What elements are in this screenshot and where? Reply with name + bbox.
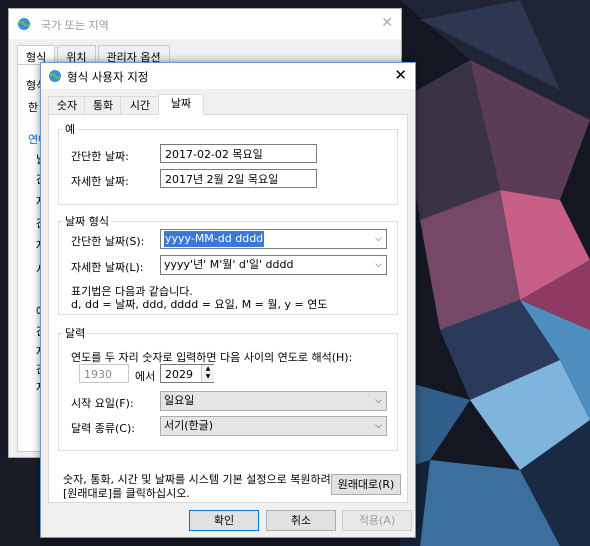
first-day-label: 시작 요일(F): — [71, 397, 134, 410]
region-window-titlebar: 국가 또는 지역 ✕ — [9, 9, 401, 39]
reset-button[interactable]: 원래대로(R) — [331, 474, 401, 495]
customize-format-dialog: 형식 사용자 지정 ✕ 숫자 통화 시간 날짜 예 간단한 날짜: 2017-0… — [40, 62, 416, 538]
chevron-down-icon[interactable]: ⌵ — [375, 417, 382, 435]
calendar-type-combo[interactable]: 서기(한글) ⌵ — [160, 416, 387, 436]
example-group-legend: 예 — [65, 123, 76, 136]
from-year-field: 1930 — [79, 364, 129, 383]
tab-time[interactable]: 시간 — [120, 96, 160, 114]
tab-date[interactable]: 날짜 — [158, 94, 204, 115]
to-label: 에서 — [135, 370, 156, 383]
long-date-format-label: 자세한 날짜(L): — [71, 261, 144, 274]
dialog-title: 형식 사용자 지정 — [67, 70, 149, 84]
chevron-down-icon[interactable]: ⌵ — [375, 256, 382, 274]
chevron-down-icon[interactable]: ⌵ — [375, 230, 382, 248]
calendar-type-label: 달력 종류(C): — [71, 422, 135, 435]
short-date-example-label: 간단한 날짜: — [71, 150, 129, 163]
reset-description-line-2: [원래대로]를 클릭하십시오. — [63, 487, 190, 500]
region-window-title: 국가 또는 지역 — [41, 19, 109, 32]
chevron-down-icon[interactable]: ⌵ — [375, 392, 382, 410]
first-day-value: 일요일 — [164, 394, 195, 407]
globe-icon — [18, 18, 30, 30]
calendar-group-legend: 달력 — [65, 327, 86, 340]
close-icon[interactable]: ✕ — [381, 15, 393, 31]
tab-numbers[interactable]: 숫자 — [48, 96, 86, 114]
cancel-button[interactable]: 취소 — [266, 510, 336, 531]
two-digit-year-text: 연도를 두 자리 숫자로 입력하면 다음 사이의 연도로 해석(H): — [71, 351, 353, 364]
long-date-example-value: 2017년 2월 2일 목요일 — [160, 169, 317, 188]
short-date-example-value: 2017-02-02 목요일 — [160, 144, 317, 163]
short-date-format-label: 간단한 날짜(S): — [71, 235, 145, 248]
spin-arrows-icon[interactable]: ▲ ▼ — [201, 365, 214, 382]
fragment-text: 한 — [28, 101, 39, 114]
dialog-titlebar: 형식 사용자 지정 ✕ — [41, 63, 415, 89]
ok-button[interactable]: 확인 — [189, 510, 259, 531]
notation-line-2: d, dd = 날짜, ddd, dddd = 요일, M = 월, y = 연… — [71, 298, 328, 311]
short-date-format-combo[interactable]: yyyy-MM-dd dddd ⌵ — [160, 229, 387, 249]
long-date-example-label: 자세한 날짜: — [71, 175, 129, 188]
close-icon[interactable]: ✕ — [394, 66, 407, 84]
long-date-format-value: yyyy'년' M'월' d'일' dddd — [164, 258, 294, 271]
calendar-type-value: 서기(한글) — [164, 419, 214, 432]
date-tab-panel: 예 간단한 날짜: 2017-02-02 목요일 자세한 날짜: 2017년 2… — [48, 114, 408, 503]
long-date-format-combo[interactable]: yyyy'년' M'월' d'일' dddd ⌵ — [160, 255, 387, 275]
date-format-group-legend: 날짜 형식 — [65, 215, 109, 228]
first-day-combo[interactable]: 일요일 ⌵ — [160, 391, 387, 411]
tab-currency[interactable]: 통화 — [84, 96, 122, 114]
globe-icon — [49, 70, 61, 82]
short-date-format-value: yyyy-MM-dd dddd — [164, 231, 265, 247]
apply-button: 적용(A) — [342, 510, 412, 531]
